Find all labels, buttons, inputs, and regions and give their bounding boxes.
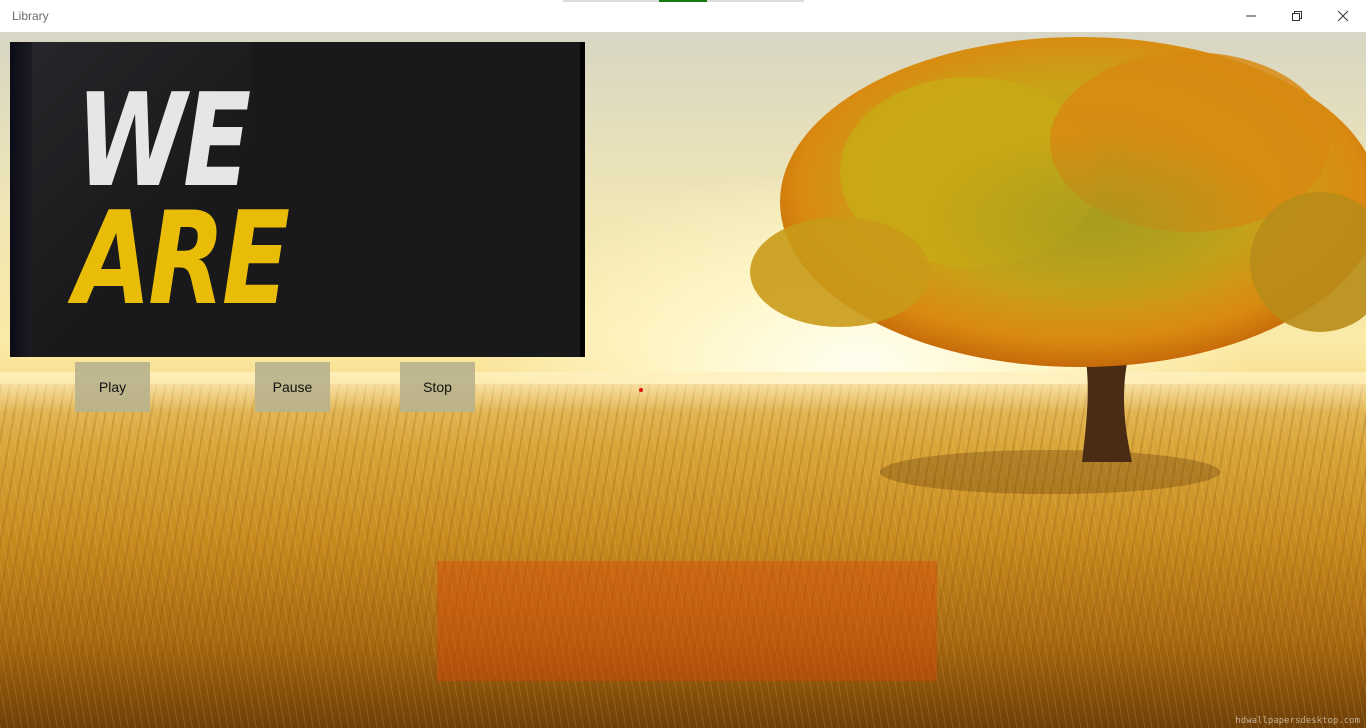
close-icon bbox=[1337, 10, 1349, 22]
background-watermark: hdwallpapersdesktop.com bbox=[1235, 716, 1360, 726]
background-tree bbox=[750, 37, 1366, 494]
title-progress-track-right bbox=[707, 0, 804, 2]
media-title-line2: ARE bbox=[74, 185, 290, 334]
window-title: Library bbox=[12, 9, 49, 23]
red-dot-marker bbox=[639, 388, 643, 392]
title-progress-track-left bbox=[563, 0, 659, 2]
title-bar: Library bbox=[0, 0, 1366, 32]
translucent-overlay-rectangle bbox=[437, 561, 937, 681]
media-right-edge bbox=[580, 42, 585, 357]
stop-button[interactable]: Stop bbox=[400, 362, 475, 412]
media-left-edge bbox=[10, 42, 32, 357]
pause-button[interactable]: Pause bbox=[255, 362, 330, 412]
minimize-button[interactable] bbox=[1228, 0, 1274, 32]
title-progress-indicator bbox=[659, 0, 707, 2]
media-player[interactable]: WE ARE bbox=[10, 42, 585, 357]
minimize-icon bbox=[1246, 15, 1256, 17]
close-button[interactable] bbox=[1320, 0, 1366, 32]
restore-button[interactable] bbox=[1274, 0, 1320, 32]
play-button[interactable]: Play bbox=[75, 362, 150, 412]
restore-icon bbox=[1292, 11, 1302, 21]
